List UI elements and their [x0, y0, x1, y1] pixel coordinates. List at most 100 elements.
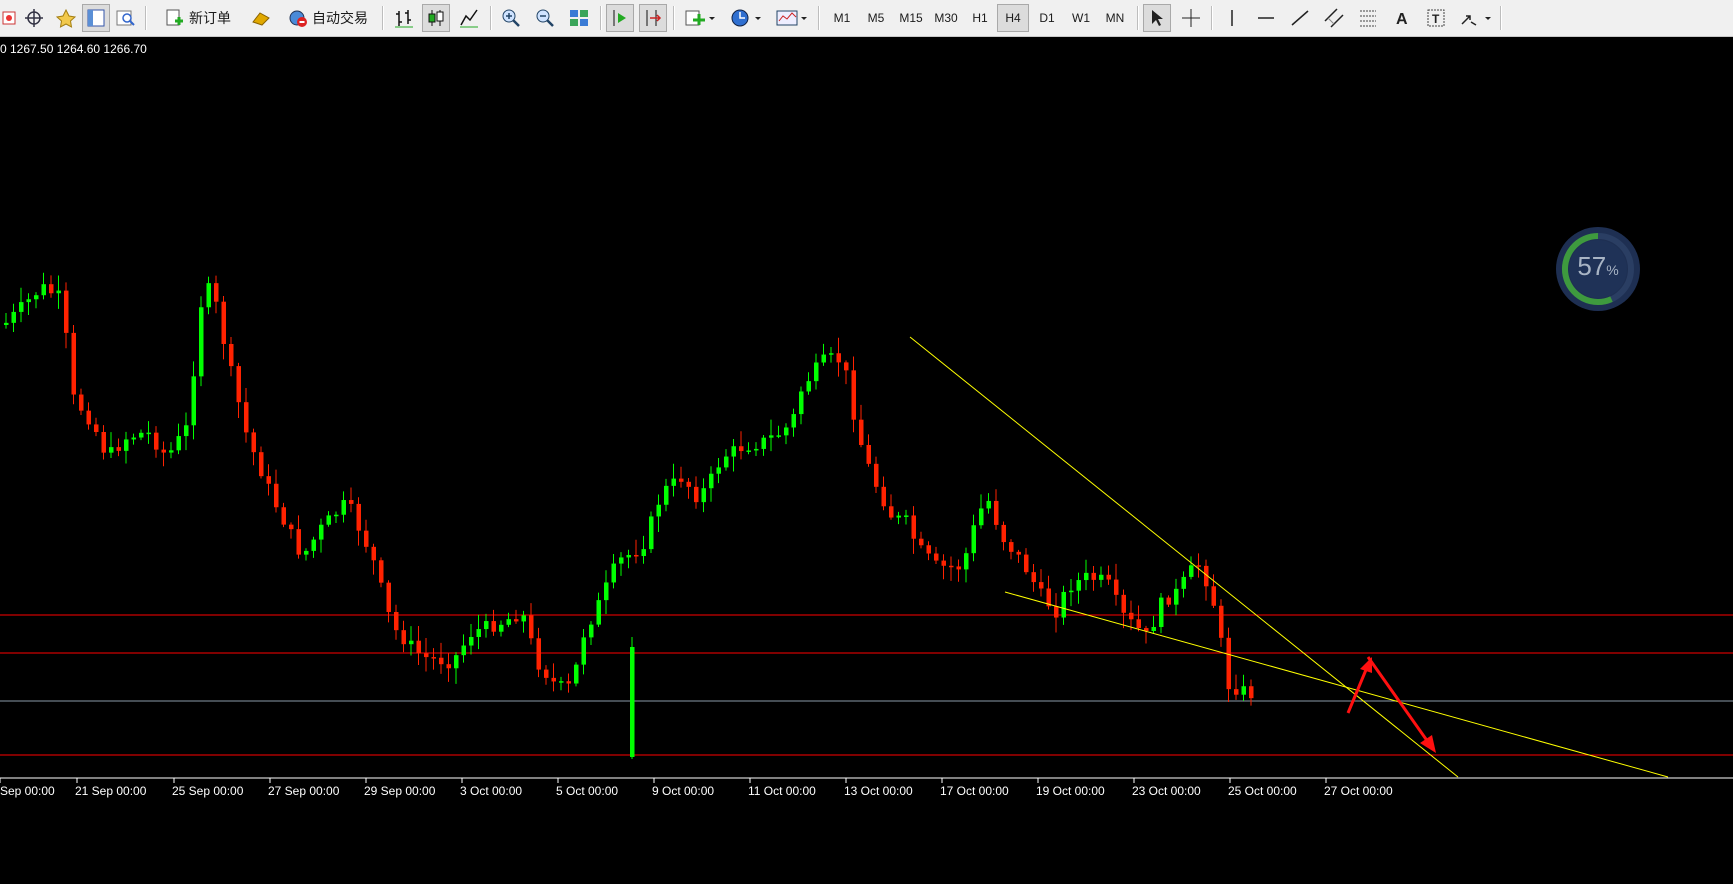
- candle-body: [821, 354, 826, 363]
- chart-icon[interactable]: [0, 4, 18, 32]
- svg-text:T: T: [1432, 12, 1440, 26]
- tf-MN[interactable]: MN: [1099, 4, 1131, 32]
- candle-body: [671, 478, 676, 486]
- candle-body: [244, 402, 249, 433]
- time-tick-label: 3 Oct 00:00: [460, 784, 522, 798]
- tester-magnify-icon[interactable]: [112, 4, 140, 32]
- tf-H4[interactable]: H4: [997, 4, 1029, 32]
- candle-body: [296, 529, 301, 555]
- candle-body: [1241, 686, 1246, 695]
- candle-body: [971, 525, 976, 554]
- candle-body: [304, 550, 309, 555]
- gold-bar-icon[interactable]: [248, 4, 274, 32]
- crosshair-tool-icon[interactable]: [1177, 4, 1205, 32]
- trendline-tool-icon[interactable]: [1286, 4, 1314, 32]
- time-tick-label: 23 Oct 00:00: [1132, 784, 1201, 798]
- chart-shift-icon[interactable]: [639, 4, 667, 32]
- templates-dropdown-icon[interactable]: [772, 4, 812, 32]
- tf-M15[interactable]: M15: [894, 4, 928, 32]
- line-chart-icon[interactable]: [455, 4, 483, 32]
- chart-canvas[interactable]: Sep 00:00 21 Sep 00:00 25 Sep 00:00 27 Sep …: [0, 37, 1733, 884]
- tf-M1[interactable]: M1: [826, 4, 858, 32]
- candle-body: [469, 637, 474, 646]
- candle-body: [626, 554, 631, 558]
- tf-D1[interactable]: D1: [1031, 4, 1063, 32]
- new-order-button[interactable]: 新订单: [152, 4, 244, 32]
- navigator-crosshair-icon[interactable]: [20, 4, 48, 32]
- candle-body: [19, 302, 24, 312]
- candle-body: [746, 450, 751, 452]
- candle-body: [64, 290, 69, 333]
- candle-body: [154, 432, 159, 450]
- main-toolbar: 新订单 自动交易 M1 M5 M15 M30 H1 H4 D1 W1 MN A …: [0, 0, 1733, 37]
- candle-body: [214, 283, 219, 302]
- zoom-in-icon[interactable]: [497, 4, 525, 32]
- candle-body: [731, 446, 736, 457]
- trendline-upper: [909, 336, 1459, 778]
- candle-body: [1024, 554, 1029, 573]
- equidistant-channel-icon[interactable]: [1320, 4, 1348, 32]
- vertical-line-icon[interactable]: [1218, 4, 1246, 32]
- zoom-out-icon[interactable]: [531, 4, 559, 32]
- candle-body: [199, 307, 204, 377]
- auto-scroll-icon[interactable]: [606, 4, 634, 32]
- periods-clock-icon[interactable]: [726, 4, 766, 32]
- candle-body: [206, 283, 211, 308]
- candle-body: [656, 504, 661, 517]
- down-arrow-head: [1420, 735, 1436, 753]
- candle-body: [754, 448, 759, 451]
- tf-M30[interactable]: M30: [929, 4, 963, 32]
- candle-body: [536, 638, 541, 670]
- candle-body: [956, 566, 961, 570]
- time-tick-label: 21 Sep 00:00: [75, 784, 147, 798]
- indicators-dropdown-icon[interactable]: [680, 4, 720, 32]
- candle-body: [184, 425, 189, 437]
- candle-body: [386, 582, 391, 613]
- candle-body: [806, 381, 811, 392]
- tf-H1[interactable]: H1: [964, 4, 996, 32]
- candle-body: [1054, 606, 1059, 618]
- candle-body: [259, 452, 264, 477]
- candle-body: [934, 553, 939, 561]
- candle-body: [506, 619, 511, 625]
- candle-body: [491, 621, 496, 632]
- candle-body: [401, 630, 406, 645]
- candle-body: [889, 506, 894, 518]
- candle-body: [1129, 612, 1134, 620]
- fibonacci-tool-icon[interactable]: [1354, 4, 1382, 32]
- candle-body: [311, 539, 316, 551]
- candle-body: [1166, 597, 1171, 605]
- cursor-arrow-icon[interactable]: [1143, 4, 1171, 32]
- candle-body: [4, 322, 9, 325]
- price-chart[interactable]: Sep 00:00 21 Sep 00:00 25 Sep 00:00 27 Sep …: [0, 37, 1733, 884]
- data-window-icon[interactable]: [82, 4, 110, 32]
- tf-label: H1: [972, 11, 988, 25]
- candle-body: [431, 657, 436, 659]
- candle-body: [1211, 586, 1216, 606]
- candle-body: [709, 473, 714, 489]
- arrows-dropdown-icon[interactable]: [1456, 4, 1496, 32]
- candle-body: [949, 565, 954, 568]
- bar-chart-icon[interactable]: [390, 4, 418, 32]
- candle-body: [394, 612, 399, 631]
- candle-body: [514, 619, 519, 622]
- candle-body: [596, 600, 601, 625]
- candle-body: [1226, 637, 1231, 690]
- candlestick-chart-icon[interactable]: [422, 4, 450, 32]
- tile-windows-icon[interactable]: [565, 4, 593, 32]
- candle-body: [986, 500, 991, 509]
- favorites-star-icon[interactable]: [52, 4, 80, 32]
- tf-M5[interactable]: M5: [860, 4, 892, 32]
- candle-body: [851, 370, 856, 420]
- candle-body: [634, 554, 639, 557]
- text-label-tool-icon[interactable]: T: [1422, 4, 1450, 32]
- candle-body: [979, 508, 984, 526]
- auto-trading-button[interactable]: 自动交易: [282, 4, 374, 32]
- text-tool-icon[interactable]: A: [1388, 4, 1416, 32]
- horizontal-line-icon[interactable]: [1252, 4, 1280, 32]
- candle-body: [911, 515, 916, 539]
- candle-body: [574, 664, 579, 684]
- tf-W1[interactable]: W1: [1065, 4, 1097, 32]
- candle-body: [176, 436, 181, 451]
- candle-body: [1076, 580, 1081, 591]
